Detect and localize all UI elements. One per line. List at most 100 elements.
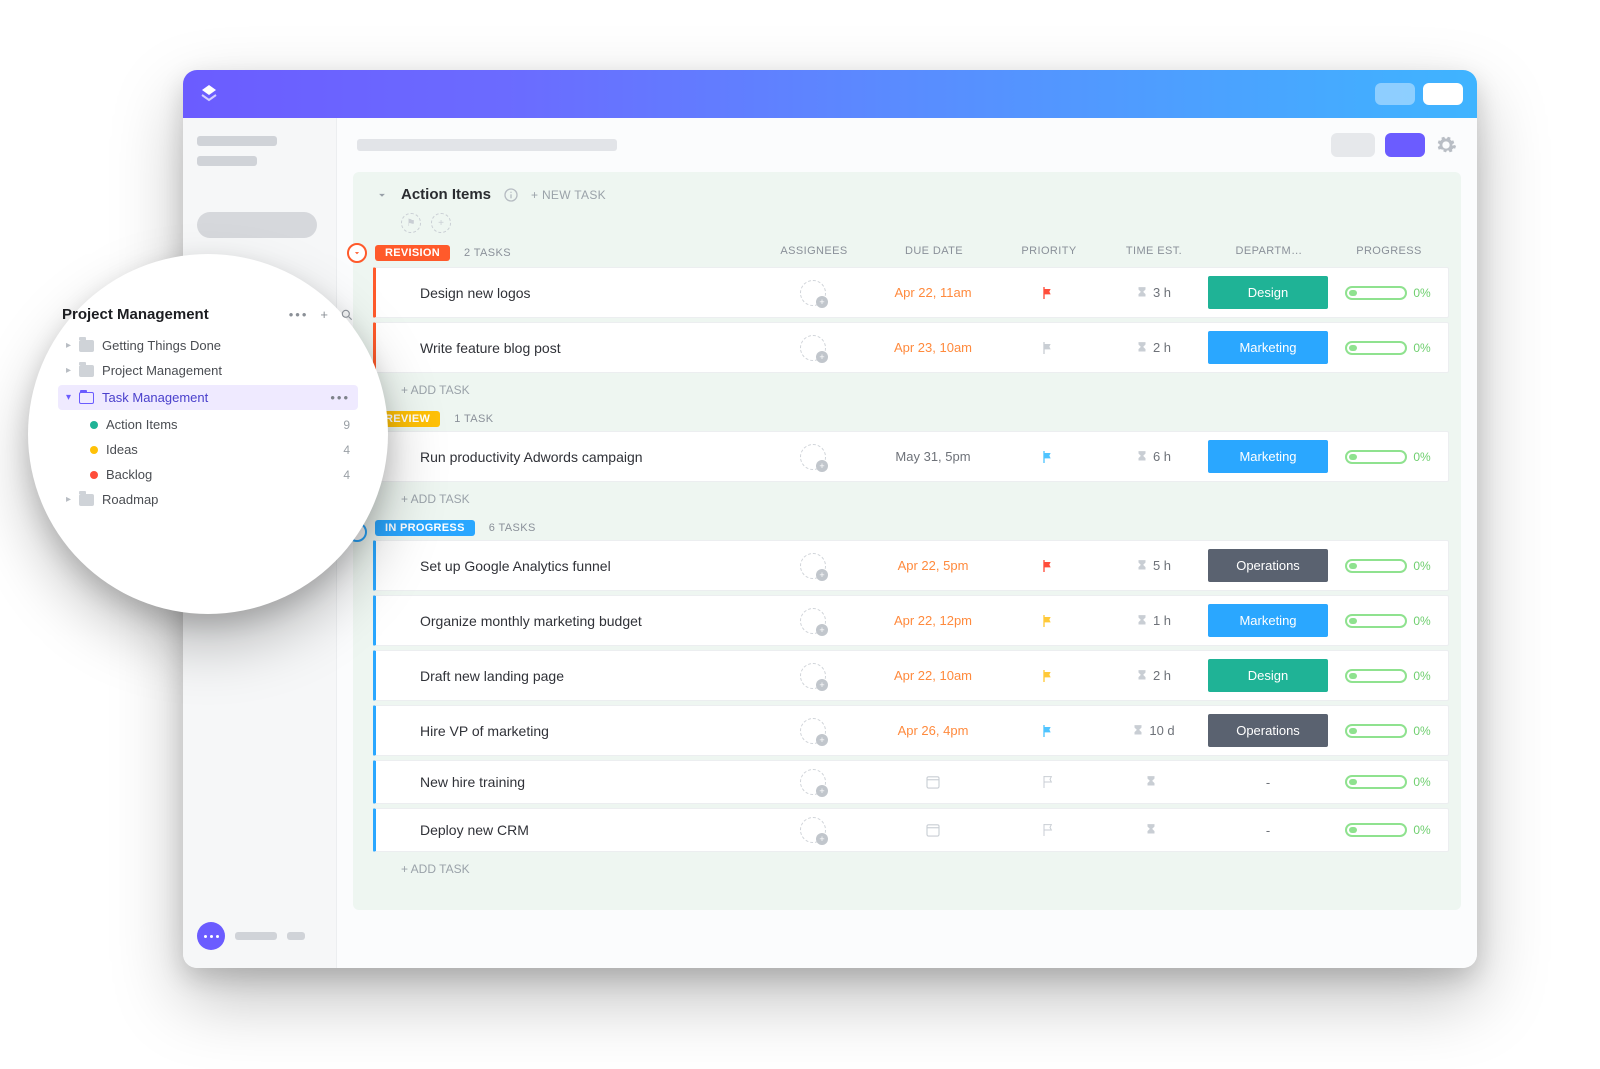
flag-outline-icon[interactable] [1040, 822, 1056, 838]
due-date[interactable]: May 31, 5pm [868, 449, 998, 464]
sidebar-list[interactable]: Ideas 4 [62, 437, 354, 462]
task-row[interactable]: Draft new landing page Apr 22, 10am 2 h … [373, 650, 1449, 701]
sidebar-list[interactable]: Backlog 4 [62, 462, 354, 487]
calendar-icon[interactable] [924, 773, 942, 791]
due-date[interactable]: Apr 23, 10am [868, 340, 998, 355]
priority-cell[interactable] [998, 285, 1098, 301]
assignee-placeholder-icon[interactable]: + [431, 213, 451, 233]
due-date[interactable]: Apr 22, 10am [868, 668, 998, 683]
department-empty: - [1266, 823, 1270, 838]
header-pill[interactable] [1375, 83, 1415, 105]
sidebar-folder[interactable]: ▸Roadmap [62, 487, 354, 512]
add-task-link[interactable]: + ADD TASK [353, 482, 1461, 520]
department-tag[interactable]: Marketing [1208, 604, 1328, 637]
assignee-add-icon[interactable] [800, 444, 826, 470]
assignee-add-icon[interactable] [800, 280, 826, 306]
toolbar-button[interactable] [1331, 133, 1375, 157]
department-tag[interactable]: Marketing [1208, 440, 1328, 473]
department-tag[interactable]: Design [1208, 276, 1328, 309]
caret-down-icon[interactable] [375, 188, 389, 202]
department-tag[interactable]: Operations [1208, 714, 1328, 747]
progress-cell[interactable]: 0% [1345, 341, 1430, 355]
assignee-add-icon[interactable] [800, 608, 826, 634]
gear-icon[interactable] [1435, 134, 1457, 156]
sidebar-folder-active[interactable]: ▾ Task Management ••• [58, 385, 358, 410]
due-date[interactable]: Apr 22, 12pm [868, 613, 998, 628]
due-date[interactable]: Apr 26, 4pm [868, 723, 998, 738]
priority-cell[interactable] [998, 822, 1098, 838]
department-tag[interactable]: Design [1208, 659, 1328, 692]
assignee-add-icon[interactable] [800, 335, 826, 361]
priority-cell[interactable] [998, 723, 1098, 739]
add-task-link[interactable]: + ADD TASK [353, 373, 1461, 411]
time-estimate[interactable] [1098, 775, 1208, 789]
assignee-add-icon[interactable] [800, 817, 826, 843]
progress-cell[interactable]: 0% [1345, 559, 1430, 573]
assignee-add-icon[interactable] [800, 553, 826, 579]
progress-cell[interactable]: 0% [1345, 450, 1430, 464]
task-row[interactable]: Run productivity Adwords campaign May 31… [373, 431, 1449, 482]
time-estimate[interactable]: 5 h [1098, 558, 1208, 573]
sidebar-folder[interactable]: ▸Project Management [62, 358, 354, 383]
header-pill-solid[interactable] [1423, 83, 1463, 105]
task-row[interactable]: Set up Google Analytics funnel Apr 22, 5… [373, 540, 1449, 591]
task-title: Organize monthly marketing budget [416, 613, 758, 629]
department-tag[interactable]: Operations [1208, 549, 1328, 582]
calendar-icon[interactable] [924, 821, 942, 839]
progress-cell[interactable]: 0% [1345, 669, 1430, 683]
progress-cell[interactable]: 0% [1345, 724, 1430, 738]
department-tag[interactable]: Marketing [1208, 331, 1328, 364]
due-date[interactable] [868, 773, 998, 791]
progress-cell[interactable]: 0% [1345, 775, 1430, 789]
due-date[interactable]: Apr 22, 11am [868, 285, 998, 300]
priority-cell[interactable] [998, 774, 1098, 790]
assignee-add-icon[interactable] [800, 718, 826, 744]
more-icon[interactable]: ••• [289, 307, 309, 322]
flag-outline-icon[interactable] [1040, 774, 1056, 790]
status-chip[interactable]: REVISION [375, 245, 450, 261]
time-estimate[interactable]: 2 h [1098, 668, 1208, 683]
flag-placeholder-icon[interactable]: ⚑ [401, 213, 421, 233]
new-task-link[interactable]: + NEW TASK [531, 188, 606, 202]
task-row[interactable]: New hire training - 0% [373, 760, 1449, 804]
info-icon[interactable] [503, 187, 519, 203]
titlebar [183, 70, 1477, 118]
time-estimate[interactable]: 2 h [1098, 340, 1208, 355]
due-date[interactable] [868, 821, 998, 839]
progress-cell[interactable]: 0% [1345, 286, 1430, 300]
progress-cell[interactable]: 0% [1345, 823, 1430, 837]
progress-cell[interactable]: 0% [1345, 614, 1430, 628]
time-estimate[interactable]: 6 h [1098, 449, 1208, 464]
task-row[interactable]: Design new logos Apr 22, 11am 3 h Design… [373, 267, 1449, 318]
status-group: IN PROGRESS 6 TASKS Set up Google Analyt… [353, 520, 1461, 890]
priority-cell[interactable] [998, 613, 1098, 629]
search-icon[interactable] [340, 308, 354, 322]
assignee-add-icon[interactable] [800, 663, 826, 689]
task-count: 6 TASKS [489, 522, 536, 534]
time-estimate[interactable]: 10 d [1098, 723, 1208, 738]
task-row[interactable]: Write feature blog post Apr 23, 10am 2 h… [373, 322, 1449, 373]
time-estimate[interactable] [1098, 823, 1208, 837]
toolbar-button-primary[interactable] [1385, 133, 1425, 157]
task-row[interactable]: Organize monthly marketing budget Apr 22… [373, 595, 1449, 646]
chat-button[interactable] [197, 922, 225, 950]
time-estimate[interactable]: 1 h [1098, 613, 1208, 628]
status-chip[interactable]: IN PROGRESS [375, 520, 475, 536]
task-title: Set up Google Analytics funnel [416, 558, 758, 574]
more-icon[interactable]: ••• [330, 390, 350, 405]
add-task-link[interactable]: + ADD TASK [353, 852, 1461, 890]
due-date[interactable]: Apr 22, 5pm [868, 558, 998, 573]
time-estimate[interactable]: 3 h [1098, 285, 1208, 300]
task-row[interactable]: Hire VP of marketing Apr 26, 4pm 10 d Op… [373, 705, 1449, 756]
sidebar-search[interactable] [197, 212, 317, 238]
plus-icon[interactable]: + [320, 307, 328, 322]
assignee-add-icon[interactable] [800, 769, 826, 795]
priority-cell[interactable] [998, 449, 1098, 465]
sidebar-folder[interactable]: ▸Getting Things Done [62, 333, 354, 358]
priority-cell[interactable] [998, 558, 1098, 574]
task-row[interactable]: Deploy new CRM - 0% [373, 808, 1449, 852]
priority-cell[interactable] [998, 668, 1098, 684]
sidebar-list[interactable]: Action Items 9 [62, 412, 354, 437]
priority-cell[interactable] [998, 340, 1098, 356]
app-logo-icon [197, 82, 221, 106]
